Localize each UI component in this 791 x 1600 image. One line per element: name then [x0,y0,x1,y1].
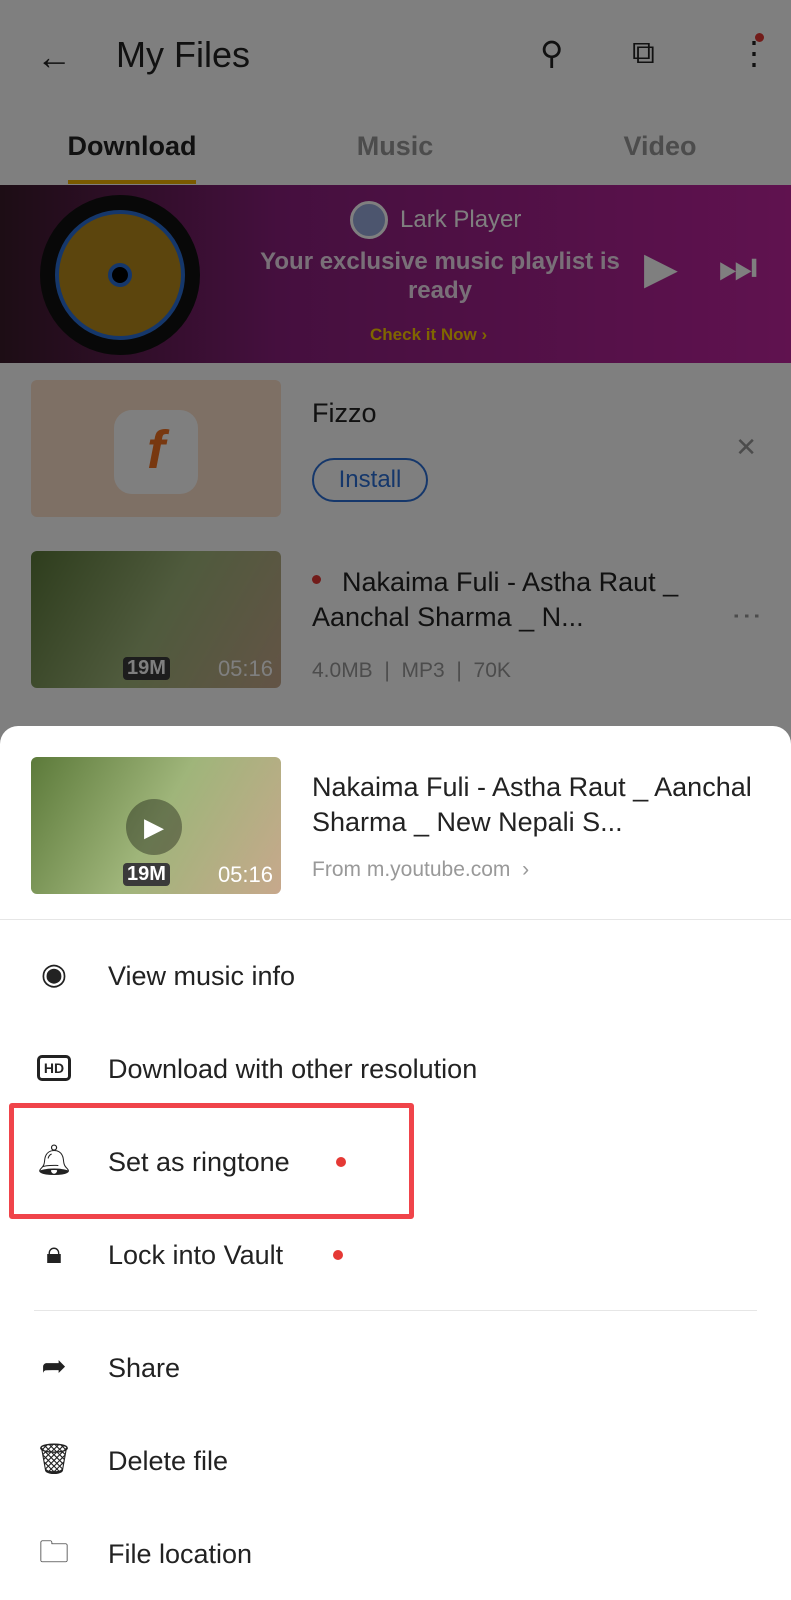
bottom-sheet: ▶ 19M 05:16 Nakaima Fuli - Astha Raut _ … [0,726,791,1600]
divider [0,919,791,920]
divider [34,1310,757,1311]
menu-view-music-info[interactable]: ◉ View music info [0,937,791,1017]
hd-icon: HD [34,1048,74,1088]
sheet-thumbnail[interactable]: ▶ 19M 05:16 [31,757,281,894]
menu-delete-file[interactable]: 🗑︎ Delete file [0,1422,791,1502]
folder-search-icon: 🗀 [39,1536,69,1569]
trash-icon: 🗑︎ [34,1443,74,1476]
new-dot [333,1250,343,1260]
menu-share[interactable]: ➦ Share [0,1329,791,1409]
menu-download-other-resolution[interactable]: HD Download with other resolution [0,1030,791,1110]
disc-icon: ◉ [40,958,68,991]
views-badge: 19M [123,863,170,886]
share-icon: ➦ [41,1350,67,1383]
highlight-box [9,1103,414,1219]
menu-file-location[interactable]: 🗀 File location [0,1515,791,1595]
lock-icon: 🔒︎ [46,1237,62,1270]
sheet-title: Nakaima Fuli - Astha Raut _ Aanchal Shar… [312,772,752,837]
source-link[interactable]: From m.youtube.com › [312,858,529,882]
play-icon[interactable]: ▶ [126,799,182,855]
duration: 05:16 [217,862,273,887]
menu-lock-into-vault[interactable]: 🔒︎ Lock into Vault [0,1216,791,1296]
chevron-right-icon: › [522,858,530,881]
